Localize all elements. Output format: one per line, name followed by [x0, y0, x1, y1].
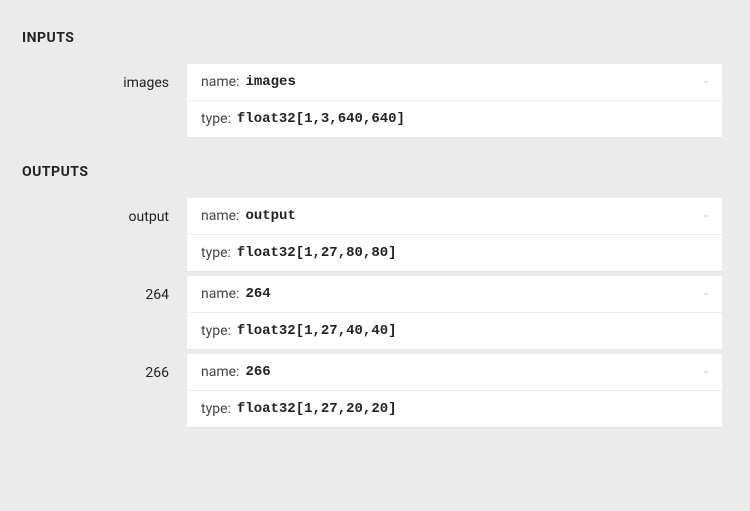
outputs-row-2-body: name: 266 - type: float32[1,27,20,20]: [187, 354, 722, 428]
inputs-row-0: images name: images - type: float32[1,3,…: [22, 64, 722, 138]
outputs-row-1: 264 name: 264 - type: float32[1,27,40,40…: [22, 276, 722, 350]
type-val: float32[1,27,80,80]: [237, 245, 397, 261]
dash-icon: -: [704, 286, 708, 302]
outputs-row-1-body: name: 264 - type: float32[1,27,40,40]: [187, 276, 722, 350]
name-val: images: [245, 74, 295, 90]
name-key: name:: [201, 74, 239, 90]
name-key: name:: [201, 286, 239, 302]
type-key: type:: [201, 401, 231, 417]
name-key: name:: [201, 364, 239, 380]
name-key: name:: [201, 208, 239, 224]
inputs-row-0-label: images: [22, 64, 187, 138]
dash-icon: -: [704, 208, 708, 224]
inputs-row-0-body: name: images - type: float32[1,3,640,640…: [187, 64, 722, 138]
type-val: float32[1,27,40,40]: [237, 323, 397, 339]
outputs-header: OUTPUTS: [22, 164, 722, 180]
dash-icon: -: [704, 364, 708, 380]
type-key: type:: [201, 323, 231, 339]
outputs-row-0-body: name: output - type: float32[1,27,80,80]: [187, 198, 722, 272]
outputs-row-0: output name: output - type: float32[1,27…: [22, 198, 722, 272]
type-key: type:: [201, 111, 231, 127]
name-val: output: [245, 208, 295, 224]
inputs-header: INPUTS: [22, 30, 722, 46]
outputs-row-0-name: name: output -: [187, 198, 722, 235]
type-val: float32[1,3,640,640]: [237, 111, 405, 127]
type-val: float32[1,27,20,20]: [237, 401, 397, 417]
outputs-row-1-type: type: float32[1,27,40,40]: [187, 313, 722, 349]
outputs-row-1-name: name: 264 -: [187, 276, 722, 313]
outputs-row-2-type: type: float32[1,27,20,20]: [187, 391, 722, 427]
name-val: 266: [245, 364, 270, 380]
type-key: type:: [201, 245, 231, 261]
outputs-row-0-type: type: float32[1,27,80,80]: [187, 235, 722, 271]
name-val: 264: [245, 286, 270, 302]
outputs-row-0-label: output: [22, 198, 187, 272]
outputs-row-2-label: 266: [22, 354, 187, 428]
outputs-row-2: 266 name: 266 - type: float32[1,27,20,20…: [22, 354, 722, 428]
inputs-row-0-type: type: float32[1,3,640,640]: [187, 101, 722, 137]
outputs-row-2-name: name: 266 -: [187, 354, 722, 391]
inputs-row-0-name: name: images -: [187, 64, 722, 101]
outputs-row-1-label: 264: [22, 276, 187, 350]
dash-icon: -: [704, 74, 708, 90]
